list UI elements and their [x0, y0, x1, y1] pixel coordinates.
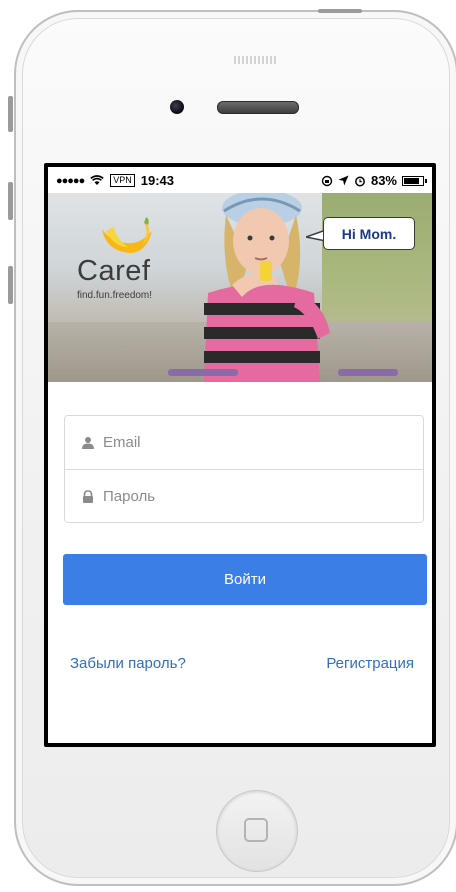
- power-button[interactable]: [318, 9, 362, 13]
- email-input[interactable]: [103, 434, 383, 451]
- signal-strength: ●●●●●: [56, 174, 85, 187]
- hero-banner: Caref find.fun.freedom! Hi Mom.: [48, 193, 432, 382]
- user-icon: [82, 436, 94, 449]
- forgot-password-link[interactable]: Забыли пароль?: [70, 655, 186, 672]
- login-form: [64, 415, 424, 523]
- mute-switch[interactable]: [8, 96, 13, 132]
- battery-fill: [404, 177, 419, 184]
- wifi-icon: [90, 175, 104, 185]
- battery-icon: [402, 175, 427, 186]
- app-screen: ●●●●● VPN 19:43 83% Caref find.fun.freed…: [48, 167, 432, 743]
- volume-up-button[interactable]: [8, 182, 13, 220]
- alarm-icon: [355, 176, 365, 186]
- status-bar: ●●●●● VPN 19:43 83%: [48, 167, 432, 193]
- caref-banana-logo: [102, 217, 152, 253]
- earpiece-speaker: [217, 101, 299, 114]
- email-field[interactable]: [65, 416, 423, 469]
- status-bar-right: 83%: [321, 173, 427, 188]
- status-time: 19:43: [140, 173, 174, 188]
- brand-tagline: find.fun.freedom!: [77, 290, 153, 301]
- password-field[interactable]: [65, 469, 423, 523]
- lock-icon: [83, 489, 93, 503]
- login-button[interactable]: Войти: [63, 554, 427, 605]
- home-button[interactable]: [216, 790, 298, 872]
- home-square-icon: [244, 818, 268, 842]
- brand-name: Caref: [77, 255, 151, 287]
- register-link[interactable]: Регистрация: [326, 655, 414, 672]
- speech-bubble: Hi Mom.: [323, 217, 415, 250]
- password-input[interactable]: [103, 488, 383, 505]
- vpn-badge: VPN: [110, 174, 135, 187]
- front-camera: [170, 100, 184, 114]
- location-arrow-icon: [338, 175, 349, 186]
- rotation-lock-icon: [321, 175, 333, 186]
- speaker-grille: [234, 56, 278, 64]
- phone-screen: ●●●●● VPN 19:43 83% Caref find.fun.freed…: [44, 163, 436, 747]
- status-bar-left: ●●●●● VPN 19:43: [56, 173, 174, 188]
- battery-percent: 83%: [370, 173, 397, 188]
- volume-down-button[interactable]: [8, 266, 13, 304]
